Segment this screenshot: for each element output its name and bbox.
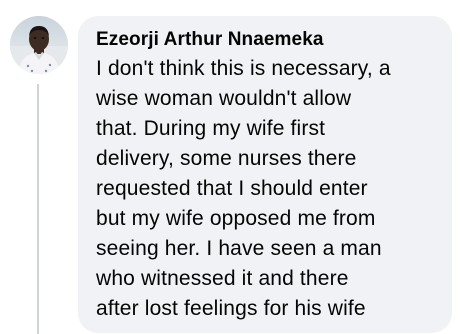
comment-text-line: requested that I should enter xyxy=(96,177,368,200)
comment-text-line: but my wife opposed me from xyxy=(96,207,376,230)
avatar-photo-icon xyxy=(10,16,68,74)
comment-text-line: who witnessed it and there xyxy=(96,267,349,290)
comment-text-line: I don't think this is necessary, a xyxy=(96,57,391,80)
comment-text-line: wise woman wouldn't allow xyxy=(96,87,352,110)
comment-text-line: delivery, some nurses there xyxy=(96,147,357,170)
comment-author-name[interactable]: Ezeorji Arthur Nnaemeka xyxy=(96,28,436,52)
comment-text: I don't think this is necessary, a wise … xyxy=(96,54,436,324)
comment-text-line: after lost feelings for his wife xyxy=(96,297,366,320)
comment-text-line: seeing her. I have seen a man xyxy=(96,237,382,260)
reply-thread-line xyxy=(37,84,39,334)
comment-bubble: Ezeorji Arthur Nnaemeka I don't think th… xyxy=(78,16,452,333)
author-avatar[interactable] xyxy=(10,16,68,74)
comment-text-line: that. During my wife first xyxy=(96,117,326,140)
